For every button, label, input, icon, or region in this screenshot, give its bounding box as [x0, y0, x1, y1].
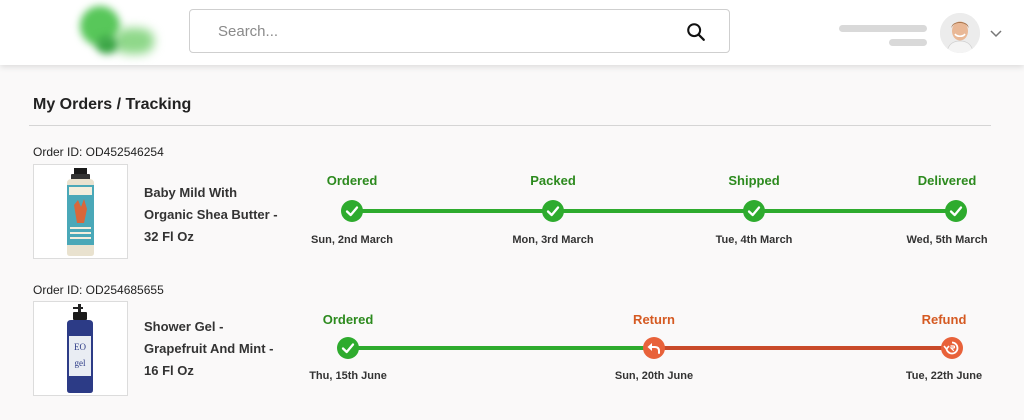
- step-label-return: Return: [633, 312, 675, 327]
- search-icon[interactable]: [685, 21, 707, 43]
- return-icon: [643, 337, 665, 359]
- step-date: Mon, 3rd March: [512, 234, 594, 246]
- chevron-down-icon[interactable]: [989, 27, 1003, 39]
- tracking-timeline: Ordered Thu, 15th June Return Sun, 20th …: [300, 305, 1000, 415]
- check-icon: [743, 200, 765, 222]
- avatar[interactable]: [940, 13, 980, 53]
- step-date: Tue, 4th March: [715, 234, 793, 246]
- check-icon: [341, 200, 363, 222]
- refund-icon: [941, 337, 963, 359]
- step-date: Tue, 22th June: [905, 370, 983, 382]
- title-divider: [29, 125, 991, 126]
- progress-line: [348, 346, 654, 350]
- product-name[interactable]: Shower Gel - Grapefruit And Mint - 16 Fl…: [144, 316, 289, 382]
- order-id: Order ID: OD254685655: [33, 283, 164, 297]
- tracking-timeline: Ordered Sun, 2nd March Packed Mon, 3rd M…: [300, 165, 1000, 275]
- step-label-shipped: Shipped: [728, 173, 780, 188]
- check-icon: [542, 200, 564, 222]
- step-date: Wed, 5th March: [906, 234, 988, 246]
- product-thumbnail[interactable]: [33, 164, 128, 259]
- progress-line: [352, 209, 956, 213]
- return-line: [654, 346, 952, 350]
- step-date: Sun, 2nd March: [311, 234, 393, 246]
- check-icon: [337, 337, 359, 359]
- page-title: My Orders / Tracking: [33, 96, 192, 113]
- search-bar: [189, 9, 730, 53]
- step-label-ordered: Ordered: [326, 173, 378, 188]
- product-name[interactable]: Baby Mild With Organic Shea Butter - 32 …: [144, 182, 289, 248]
- svg-text:EO: EO: [74, 342, 86, 352]
- orders-page: My Orders / Tracking Order ID: OD4525462…: [0, 65, 1024, 420]
- check-icon: [945, 200, 967, 222]
- brand-logo[interactable]: [74, 4, 158, 58]
- search-input[interactable]: [191, 11, 661, 51]
- step-label-refund: Refund: [921, 312, 967, 327]
- step-label-delivered: Delivered: [917, 173, 977, 188]
- order-id: Order ID: OD452546254: [33, 145, 164, 159]
- product-thumbnail[interactable]: EO gel: [33, 301, 128, 396]
- svg-text:gel: gel: [75, 358, 86, 368]
- step-label-ordered: Ordered: [322, 312, 374, 327]
- step-date: Thu, 15th June: [309, 370, 387, 382]
- top-header: [0, 0, 1024, 65]
- step-label-packed: Packed: [530, 173, 576, 188]
- step-date: Sun, 20th June: [614, 370, 694, 382]
